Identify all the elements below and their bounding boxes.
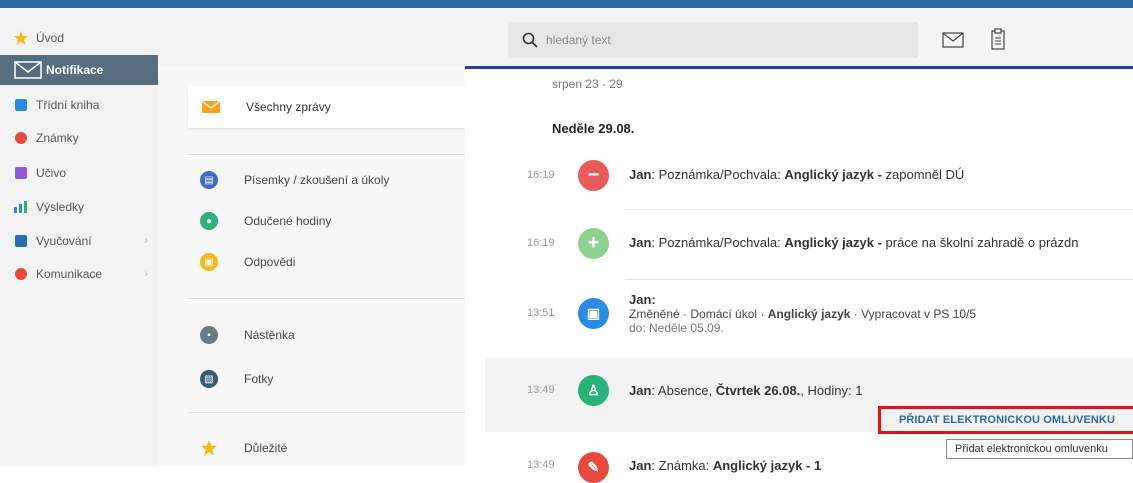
sidebar-item-label: Vyučování <box>36 234 92 248</box>
filter-label: Důležité <box>244 441 288 455</box>
message-time: 16:19 <box>527 169 555 181</box>
grade-icon <box>13 130 29 146</box>
star-icon <box>13 30 29 46</box>
notification-item[interactable]: 16:19 − Jan: Poznámka/Pochvala: Anglický… <box>485 158 1133 208</box>
filter-label: Nástěnka <box>244 328 295 342</box>
grade-icon: ✎ <box>578 452 609 483</box>
sidebar: Úvod Notifikace Třídní kniha Známky Učiv… <box>0 8 159 466</box>
filter-label: Odpovědi <box>244 255 296 269</box>
top-accent-bar <box>0 0 1133 8</box>
open-book-icon <box>13 233 29 249</box>
sidebar-item-notifikace[interactable]: Notifikace <box>0 55 158 85</box>
teacher-icon <box>13 165 29 181</box>
add-excuse-button[interactable]: PŘIDAT ELEKTRONICKOU OMLUVENKU <box>878 406 1133 434</box>
filter-photos[interactable]: ▧ Fotky <box>188 364 465 394</box>
header: hledaný text <box>158 8 1133 67</box>
sidebar-item-vyucovani[interactable]: Vyučování › <box>0 226 158 256</box>
search-box[interactable]: hledaný text <box>508 22 918 58</box>
envelope-icon <box>202 101 220 113</box>
sidebar-item-tridni-kniha[interactable]: Třídní kniha <box>0 90 158 120</box>
message-text: Jan: Změněné · Domácí úkol · Anglický ja… <box>629 292 977 335</box>
homework-icon: ▣ <box>578 298 609 329</box>
person-icon: ♙ <box>578 375 609 406</box>
mail-icon[interactable] <box>942 32 964 48</box>
filter-important[interactable]: Důležité <box>188 433 465 463</box>
tests-icon: ▤ <box>200 171 218 189</box>
message-time: 13:51 <box>527 307 555 319</box>
message-time: 16:19 <box>527 237 555 249</box>
feed-top-border <box>465 66 1133 69</box>
sidebar-item-label: Známky <box>36 131 79 145</box>
message-text: Jan: Absence, Čtvrtek 26.08., Hodiny: 1 <box>629 383 863 398</box>
plus-icon: + <box>578 228 609 259</box>
week-range: srpen 23 - 29 <box>552 77 623 91</box>
day-heading: Neděle 29.08. <box>552 121 635 136</box>
sidebar-item-label: Úvod <box>36 31 65 45</box>
sidebar-item-vysledky[interactable]: Výsledky <box>0 192 158 222</box>
filter-replies[interactable]: ▣ Odpovědi <box>188 247 465 277</box>
noticeboard-icon: ▪ <box>200 326 218 344</box>
notification-feed: srpen 23 - 29 Neděle 29.08. 16:19 − Jan:… <box>465 66 1133 483</box>
filter-tests-homework[interactable]: ▤ Písemky / zkoušení a úkoly <box>188 165 465 195</box>
divider <box>188 154 465 155</box>
person-icon: ● <box>200 212 218 230</box>
sidebar-item-label: Třídní kniha <box>36 98 100 112</box>
photo-icon: ▧ <box>200 370 218 388</box>
divider <box>188 412 465 413</box>
filter-all-messages[interactable]: Všechny zprávy <box>188 86 465 128</box>
filter-label: Odučené hodiny <box>244 214 332 228</box>
message-time: 13:49 <box>527 384 555 396</box>
sidebar-item-label: Učivo <box>36 166 67 180</box>
filter-taught-lessons[interactable]: ● Odučené hodiny <box>188 206 465 236</box>
filter-label: Fotky <box>244 372 274 386</box>
notification-item[interactable]: 13:51 ▣ Jan: Změněné · Domácí úkol · Ang… <box>485 292 1133 352</box>
chat-icon <box>13 266 29 282</box>
divider <box>625 279 1133 280</box>
star-icon <box>200 439 218 457</box>
filter-label: Písemky / zkoušení a úkoly <box>244 173 390 187</box>
chevron-right-icon: › <box>144 268 148 280</box>
search-input[interactable]: hledaný text <box>546 33 611 47</box>
filter-pane: Všechny zprávy ▤ Písemky / zkoušení a úk… <box>158 66 465 466</box>
envelope-icon <box>14 61 42 79</box>
sidebar-item-label: Výsledky <box>36 200 85 214</box>
divider <box>625 209 1133 210</box>
message-text: Jan: Poznámka/Pochvala: Anglický jazyk -… <box>629 235 1079 250</box>
search-icon <box>522 32 538 48</box>
message-text: Jan: Poznámka/Pochvala: Anglický jazyk -… <box>629 167 965 182</box>
filter-noticeboard[interactable]: ▪ Nástěnka <box>188 320 465 350</box>
tooltip: Přidat elektronickou omluvenku <box>946 439 1133 459</box>
book-icon <box>13 97 29 113</box>
sidebar-item-znamky[interactable]: Známky <box>0 123 158 153</box>
divider <box>188 298 465 299</box>
sidebar-item-label: Komunikace <box>36 267 103 281</box>
filter-label: Všechny zprávy <box>246 100 331 114</box>
bar-chart-icon <box>13 199 29 215</box>
clipboard-icon[interactable] <box>991 28 1005 50</box>
reply-icon: ▣ <box>200 253 218 271</box>
sidebar-item-label: Notifikace <box>46 63 104 77</box>
sidebar-item-ucivo[interactable]: Učivo <box>0 158 158 188</box>
notification-item[interactable]: 16:19 + Jan: Poznámka/Pochvala: Anglický… <box>485 226 1133 276</box>
chevron-right-icon: › <box>144 235 148 247</box>
sidebar-item-uvod[interactable]: Úvod <box>0 23 158 53</box>
minus-icon: − <box>578 160 609 191</box>
sidebar-item-komunikace[interactable]: Komunikace › <box>0 259 158 289</box>
message-time: 13:49 <box>527 459 555 471</box>
